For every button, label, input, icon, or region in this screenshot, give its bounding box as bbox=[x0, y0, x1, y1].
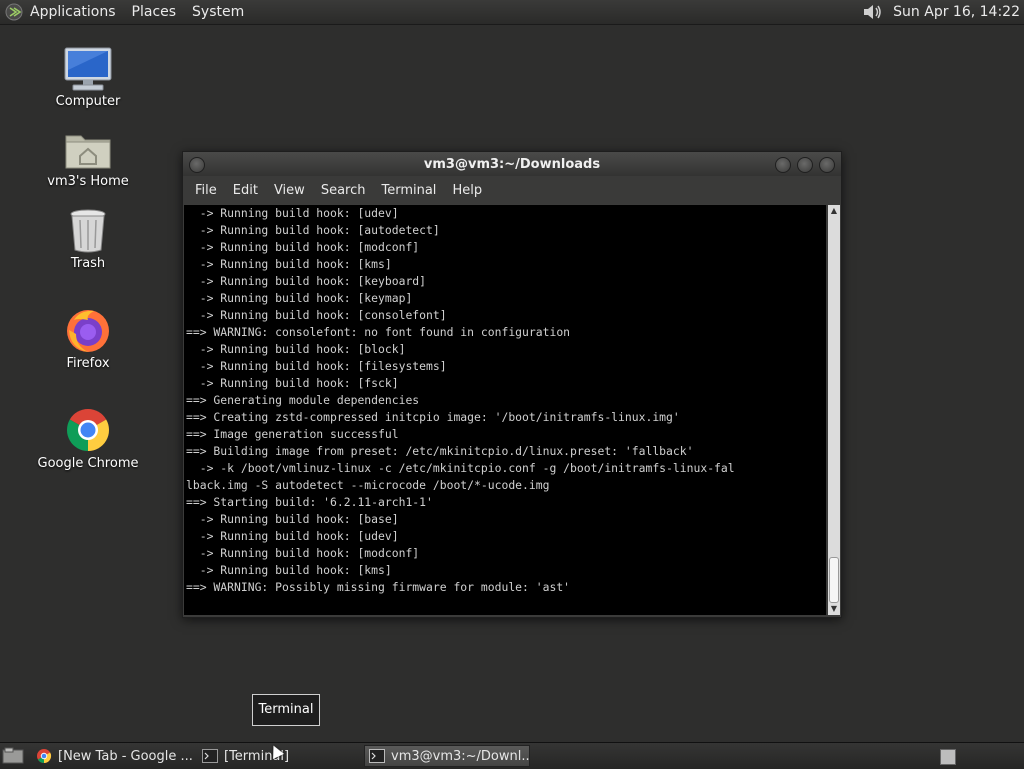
desktop-icon-chrome[interactable]: Google Chrome bbox=[33, 406, 143, 471]
desktop-icon-firefox[interactable]: Firefox bbox=[33, 306, 143, 371]
chrome-icon bbox=[66, 409, 110, 451]
terminal-line: -> Running build hook: [autodetect] bbox=[186, 223, 440, 237]
terminal-line: -> Running build hook: [keymap] bbox=[186, 291, 413, 305]
terminal-icon bbox=[202, 749, 218, 763]
window-title: vm3@vm3:~/Downloads bbox=[423, 156, 601, 172]
menu-help[interactable]: Help bbox=[444, 183, 490, 198]
terminal-icon bbox=[369, 749, 385, 763]
bottom-panel: [New Tab - Google ... [Terminal] vm3@vm3… bbox=[0, 742, 1024, 769]
task-label: [New Tab - Google ... bbox=[58, 748, 193, 764]
terminal-line: -> Running build hook: [keyboard] bbox=[186, 274, 427, 288]
minimize-button[interactable] bbox=[775, 157, 791, 173]
chrome-icon bbox=[37, 749, 52, 764]
trash-icon bbox=[70, 209, 106, 253]
terminal-line: -> Running build hook: [udev] bbox=[186, 529, 399, 543]
terminal-line: -> Running build hook: [kms] bbox=[186, 257, 392, 271]
terminal-window[interactable]: vm3@vm3:~/Downloads File Edit View Searc… bbox=[182, 151, 842, 618]
firefox-icon bbox=[67, 310, 109, 352]
scroll-up-arrow-icon[interactable]: ▲ bbox=[828, 205, 840, 217]
applications-menu[interactable]: Applications bbox=[30, 4, 116, 20]
terminal-line: ==> Building image from preset: /etc/mki… bbox=[186, 444, 694, 458]
menu-logo-icon[interactable] bbox=[4, 2, 24, 22]
terminal-line: ==> Image generation successful bbox=[186, 427, 399, 441]
speaker-icon[interactable] bbox=[861, 2, 885, 22]
maximize-button[interactable] bbox=[797, 157, 813, 173]
terminal-output[interactable]: -> Running build hook: [udev] -> Running… bbox=[184, 205, 826, 615]
places-menu[interactable]: Places bbox=[132, 4, 177, 20]
desktop-icon-label: Computer bbox=[55, 94, 121, 109]
terminal-line: -> Running build hook: [modconf] bbox=[186, 546, 420, 560]
top-panel: Applications Places System Sun Apr 16, 1… bbox=[0, 0, 1024, 25]
terminal-line: -> Running build hook: [block] bbox=[186, 342, 406, 356]
terminal-line: -> Running build hook: [base] bbox=[186, 512, 399, 526]
home-folder-icon bbox=[65, 135, 111, 169]
desktop-icon-trash[interactable]: Trash bbox=[33, 208, 143, 271]
desktop-icon-label: Google Chrome bbox=[37, 456, 139, 471]
close-button[interactable] bbox=[819, 157, 835, 173]
terminal-line: -> Running build hook: [filesystems] bbox=[186, 359, 447, 373]
task-label: vm3@vm3:~/Downl... bbox=[391, 748, 530, 764]
desktop-icon-label: Firefox bbox=[66, 356, 110, 371]
terminal-line: -> Running build hook: [modconf] bbox=[186, 240, 420, 254]
menu-terminal[interactable]: Terminal bbox=[373, 183, 444, 198]
window-titlebar[interactable]: vm3@vm3:~/Downloads bbox=[183, 152, 841, 176]
computer-icon bbox=[64, 47, 112, 91]
terminal-line: -> Running build hook: [consolefont] bbox=[186, 308, 447, 322]
scroll-down-arrow-icon[interactable]: ▼ bbox=[828, 603, 840, 615]
terminal-line: ==> Generating module dependencies bbox=[186, 393, 420, 407]
desktop-icon-home[interactable]: vm3's Home bbox=[33, 128, 143, 189]
terminal-line: ==> WARNING: Possibly missing firmware f… bbox=[186, 580, 571, 594]
task-chrome[interactable]: [New Tab - Google ... bbox=[32, 745, 198, 767]
window-menu-button[interactable] bbox=[189, 157, 205, 173]
scrollbar-thumb[interactable] bbox=[829, 557, 839, 603]
system-menu[interactable]: System bbox=[192, 4, 244, 20]
show-desktop-icon[interactable] bbox=[2, 747, 24, 765]
menu-view[interactable]: View bbox=[266, 183, 313, 198]
menu-edit[interactable]: Edit bbox=[225, 183, 266, 198]
menu-file[interactable]: File bbox=[187, 183, 225, 198]
task-terminal-active[interactable]: vm3@vm3:~/Downl... bbox=[364, 745, 530, 767]
terminal-line: -> Running build hook: [kms] bbox=[186, 563, 392, 577]
clock[interactable]: Sun Apr 16, 14:22 bbox=[893, 4, 1020, 20]
desktop-icon-label: vm3's Home bbox=[47, 174, 129, 189]
terminal-line: -> Running build hook: [fsck] bbox=[186, 376, 399, 390]
taskbar-tooltip: Terminal bbox=[252, 694, 320, 726]
terminal-scrollbar[interactable]: ▲ ▼ bbox=[828, 205, 840, 615]
workspace-switcher-icon[interactable] bbox=[940, 749, 956, 765]
desktop-icon-label: Trash bbox=[70, 256, 106, 271]
terminal-line: -> -k /boot/vmlinuz-linux -c /etc/mkinit… bbox=[186, 461, 735, 475]
terminal-line: lback.img -S autodetect --microcode /boo… bbox=[186, 478, 550, 492]
terminal-line: ==> WARNING: consolefont: no font found … bbox=[186, 325, 571, 339]
top-panel-tray: Sun Apr 16, 14:22 bbox=[861, 2, 1024, 22]
terminal-line: -> Running build hook: [udev] bbox=[186, 206, 399, 220]
terminal-menubar: File Edit View Search Terminal Help bbox=[183, 176, 841, 204]
menu-search[interactable]: Search bbox=[313, 183, 374, 198]
terminal-line: ==> Starting build: '6.2.11-arch1-1' bbox=[186, 495, 433, 509]
terminal-line: ==> Creating zstd-compressed initcpio im… bbox=[186, 410, 680, 424]
desktop-icon-computer[interactable]: Computer bbox=[33, 46, 143, 109]
